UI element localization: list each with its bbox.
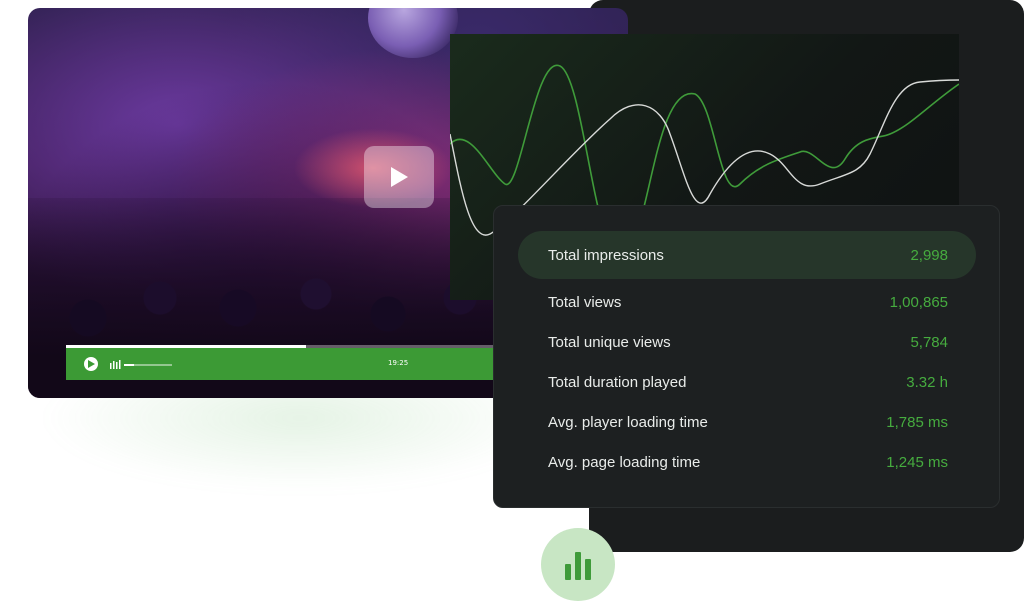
stat-label: Avg. player loading time xyxy=(548,413,708,431)
stat-row-total-impressions: Total impressions 2,998 xyxy=(518,231,976,279)
stat-label: Total duration played xyxy=(548,373,687,391)
control-play-button[interactable] xyxy=(84,357,98,371)
video-frame-disco-ball xyxy=(368,8,458,58)
stats-card: Total impressions 2,998 Total views 1,00… xyxy=(493,205,1000,508)
current-time: 19:25 xyxy=(388,359,409,367)
bar-chart-icon xyxy=(565,551,591,580)
stat-label: Total views xyxy=(548,293,622,311)
stat-row-avg-page-loading-time: Avg. page loading time 1,245 ms xyxy=(518,438,976,486)
stat-label: Total impressions xyxy=(548,246,664,264)
stat-value: 1,245 ms xyxy=(886,453,948,471)
analytics-badge xyxy=(541,528,615,601)
volume-slider[interactable] xyxy=(124,364,172,366)
video-controls: 19:25 xyxy=(66,348,536,380)
stat-value: 2,998 xyxy=(910,246,948,264)
stat-label: Avg. page loading time xyxy=(548,453,701,471)
stat-label: Total unique views xyxy=(548,333,671,351)
stat-value: 5,784 xyxy=(910,333,948,351)
stat-value: 1,00,865 xyxy=(889,293,948,311)
stat-value: 1,785 ms xyxy=(886,413,948,431)
play-icon xyxy=(391,167,408,187)
stat-value: 3.32 h xyxy=(906,373,948,391)
volume-icon[interactable] xyxy=(110,359,122,369)
play-overlay-button[interactable] xyxy=(364,146,434,208)
play-icon xyxy=(88,360,95,368)
volume-slider-level xyxy=(124,364,134,366)
